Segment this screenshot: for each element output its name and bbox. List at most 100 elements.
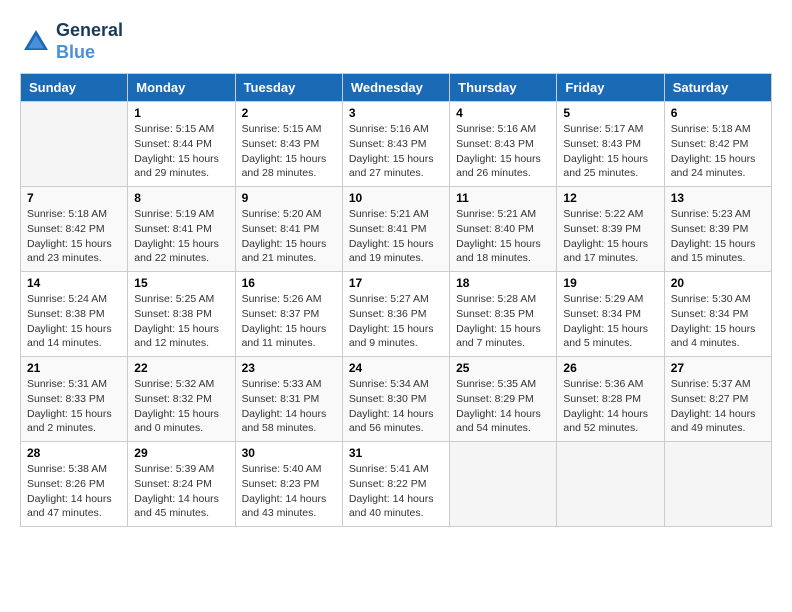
day-number: 2	[242, 106, 336, 120]
day-number: 23	[242, 361, 336, 375]
day-number: 15	[134, 276, 228, 290]
day-info: Sunrise: 5:34 AMSunset: 8:30 PMDaylight:…	[349, 377, 443, 436]
calendar-day-cell: 22 Sunrise: 5:32 AMSunset: 8:32 PMDayligh…	[128, 357, 235, 442]
day-info: Sunrise: 5:24 AMSunset: 8:38 PMDaylight:…	[27, 292, 121, 351]
calendar-day-cell: 5Sunrise: 5:17 AMSunset: 8:43 PMDaylight…	[557, 102, 664, 187]
day-number: 18	[456, 276, 550, 290]
day-of-week-header: Monday	[128, 74, 235, 102]
calendar-day-cell: 2Sunrise: 5:15 AMSunset: 8:43 PMDaylight…	[235, 102, 342, 187]
day-info: Sunrise: 5:33 AMSunset: 8:31 PMDaylight:…	[242, 377, 336, 436]
day-info: Sunrise: 5:25 AMSunset: 8:38 PMDaylight:…	[134, 292, 228, 351]
day-info: Sunrise: 5:28 AMSunset: 8:35 PMDaylight:…	[456, 292, 550, 351]
day-number: 16	[242, 276, 336, 290]
day-number: 12	[563, 191, 657, 205]
day-number: 22	[134, 361, 228, 375]
page-header: General Blue	[20, 20, 772, 63]
day-number: 7	[27, 191, 121, 205]
day-info: Sunrise: 5:23 AMSunset: 8:39 PMDaylight:…	[671, 207, 765, 266]
calendar-header: SundayMondayTuesdayWednesdayThursdayFrid…	[21, 74, 772, 102]
day-number: 13	[671, 191, 765, 205]
calendar-day-cell	[450, 442, 557, 527]
day-info: Sunrise: 5:15 AMSunset: 8:44 PMDaylight:…	[134, 122, 228, 181]
calendar-day-cell: 26Sunrise: 5:36 AMSunset: 8:28 PMDayligh…	[557, 357, 664, 442]
calendar-day-cell: 14 Sunrise: 5:24 AMSunset: 8:38 PMDayligh…	[21, 272, 128, 357]
calendar-day-cell: 7 Sunrise: 5:18 AMSunset: 8:42 PMDaylight…	[21, 187, 128, 272]
calendar-day-cell: 12Sunrise: 5:22 AMSunset: 8:39 PMDayligh…	[557, 187, 664, 272]
calendar-day-cell: 31 Sunrise: 5:41 AMSunset: 8:22 PMDayligh…	[342, 442, 449, 527]
calendar-day-cell: 13 Sunrise: 5:23 AMSunset: 8:39 PMDayligh…	[664, 187, 771, 272]
day-number: 30	[242, 446, 336, 460]
logo-icon	[20, 26, 52, 58]
day-of-week-header: Tuesday	[235, 74, 342, 102]
calendar-week-row: 21Sunrise: 5:31 AMSunset: 8:33 PMDayligh…	[21, 357, 772, 442]
day-of-week-header: Thursday	[450, 74, 557, 102]
day-info: Sunrise: 5:16 AMSunset: 8:43 PMDaylight:…	[456, 122, 550, 181]
logo-text: General Blue	[56, 20, 123, 63]
day-number: 28	[27, 446, 121, 460]
calendar-day-cell: 11 Sunrise: 5:21 AMSunset: 8:40 PMDayligh…	[450, 187, 557, 272]
calendar-body: 1 Sunrise: 5:15 AMSunset: 8:44 PMDaylight…	[21, 102, 772, 527]
calendar-week-row: 7 Sunrise: 5:18 AMSunset: 8:42 PMDaylight…	[21, 187, 772, 272]
calendar-day-cell: 24 Sunrise: 5:34 AMSunset: 8:30 PMDayligh…	[342, 357, 449, 442]
calendar-day-cell: 29 Sunrise: 5:39 AMSunset: 8:24 PMDayligh…	[128, 442, 235, 527]
day-info: Sunrise: 5:21 AMSunset: 8:41 PMDaylight:…	[349, 207, 443, 266]
day-number: 24	[349, 361, 443, 375]
day-number: 1	[134, 106, 228, 120]
calendar-day-cell	[21, 102, 128, 187]
day-info: Sunrise: 5:30 AMSunset: 8:34 PMDaylight:…	[671, 292, 765, 351]
day-number: 8	[134, 191, 228, 205]
calendar-day-cell: 28 Sunrise: 5:38 AMSunset: 8:26 PMDayligh…	[21, 442, 128, 527]
day-info: Sunrise: 5:19 AMSunset: 8:41 PMDaylight:…	[134, 207, 228, 266]
day-info: Sunrise: 5:35 AMSunset: 8:29 PMDaylight:…	[456, 377, 550, 436]
day-number: 4	[456, 106, 550, 120]
day-number: 21	[27, 361, 121, 375]
day-info: Sunrise: 5:37 AMSunset: 8:27 PMDaylight:…	[671, 377, 765, 436]
day-of-week-header: Friday	[557, 74, 664, 102]
calendar-day-cell: 30Sunrise: 5:40 AMSunset: 8:23 PMDayligh…	[235, 442, 342, 527]
day-info: Sunrise: 5:18 AMSunset: 8:42 PMDaylight:…	[27, 207, 121, 266]
calendar-day-cell: 27Sunrise: 5:37 AMSunset: 8:27 PMDayligh…	[664, 357, 771, 442]
calendar-header-row: SundayMondayTuesdayWednesdayThursdayFrid…	[21, 74, 772, 102]
day-number: 31	[349, 446, 443, 460]
calendar-day-cell: 16 Sunrise: 5:26 AMSunset: 8:37 PMDayligh…	[235, 272, 342, 357]
day-of-week-header: Saturday	[664, 74, 771, 102]
day-info: Sunrise: 5:26 AMSunset: 8:37 PMDaylight:…	[242, 292, 336, 351]
day-info: Sunrise: 5:32 AMSunset: 8:32 PMDaylight:…	[134, 377, 228, 436]
day-number: 25	[456, 361, 550, 375]
day-info: Sunrise: 5:39 AMSunset: 8:24 PMDaylight:…	[134, 462, 228, 521]
calendar-week-row: 14 Sunrise: 5:24 AMSunset: 8:38 PMDayligh…	[21, 272, 772, 357]
logo: General Blue	[20, 20, 123, 63]
calendar-day-cell: 3 Sunrise: 5:16 AMSunset: 8:43 PMDaylight…	[342, 102, 449, 187]
calendar-day-cell: 1 Sunrise: 5:15 AMSunset: 8:44 PMDaylight…	[128, 102, 235, 187]
calendar-week-row: 28 Sunrise: 5:38 AMSunset: 8:26 PMDayligh…	[21, 442, 772, 527]
calendar-day-cell	[664, 442, 771, 527]
day-of-week-header: Sunday	[21, 74, 128, 102]
calendar-day-cell: 17Sunrise: 5:27 AMSunset: 8:36 PMDayligh…	[342, 272, 449, 357]
calendar-day-cell: 18 Sunrise: 5:28 AMSunset: 8:35 PMDayligh…	[450, 272, 557, 357]
calendar-day-cell: 9 Sunrise: 5:20 AMSunset: 8:41 PMDaylight…	[235, 187, 342, 272]
day-info: Sunrise: 5:41 AMSunset: 8:22 PMDaylight:…	[349, 462, 443, 521]
day-info: Sunrise: 5:21 AMSunset: 8:40 PMDaylight:…	[456, 207, 550, 266]
day-of-week-header: Wednesday	[342, 74, 449, 102]
day-info: Sunrise: 5:20 AMSunset: 8:41 PMDaylight:…	[242, 207, 336, 266]
day-number: 3	[349, 106, 443, 120]
calendar-day-cell: 6Sunrise: 5:18 AMSunset: 8:42 PMDaylight…	[664, 102, 771, 187]
day-number: 14	[27, 276, 121, 290]
day-number: 5	[563, 106, 657, 120]
day-number: 19	[563, 276, 657, 290]
day-info: Sunrise: 5:18 AMSunset: 8:42 PMDaylight:…	[671, 122, 765, 181]
day-info: Sunrise: 5:16 AMSunset: 8:43 PMDaylight:…	[349, 122, 443, 181]
calendar-day-cell: 8 Sunrise: 5:19 AMSunset: 8:41 PMDaylight…	[128, 187, 235, 272]
day-number: 17	[349, 276, 443, 290]
day-number: 20	[671, 276, 765, 290]
day-number: 10	[349, 191, 443, 205]
calendar-day-cell: 21Sunrise: 5:31 AMSunset: 8:33 PMDayligh…	[21, 357, 128, 442]
day-info: Sunrise: 5:29 AMSunset: 8:34 PMDaylight:…	[563, 292, 657, 351]
calendar-day-cell: 23 Sunrise: 5:33 AMSunset: 8:31 PMDayligh…	[235, 357, 342, 442]
day-number: 11	[456, 191, 550, 205]
day-info: Sunrise: 5:38 AMSunset: 8:26 PMDaylight:…	[27, 462, 121, 521]
day-number: 9	[242, 191, 336, 205]
day-number: 29	[134, 446, 228, 460]
calendar-day-cell: 20 Sunrise: 5:30 AMSunset: 8:34 PMDayligh…	[664, 272, 771, 357]
calendar-week-row: 1 Sunrise: 5:15 AMSunset: 8:44 PMDaylight…	[21, 102, 772, 187]
